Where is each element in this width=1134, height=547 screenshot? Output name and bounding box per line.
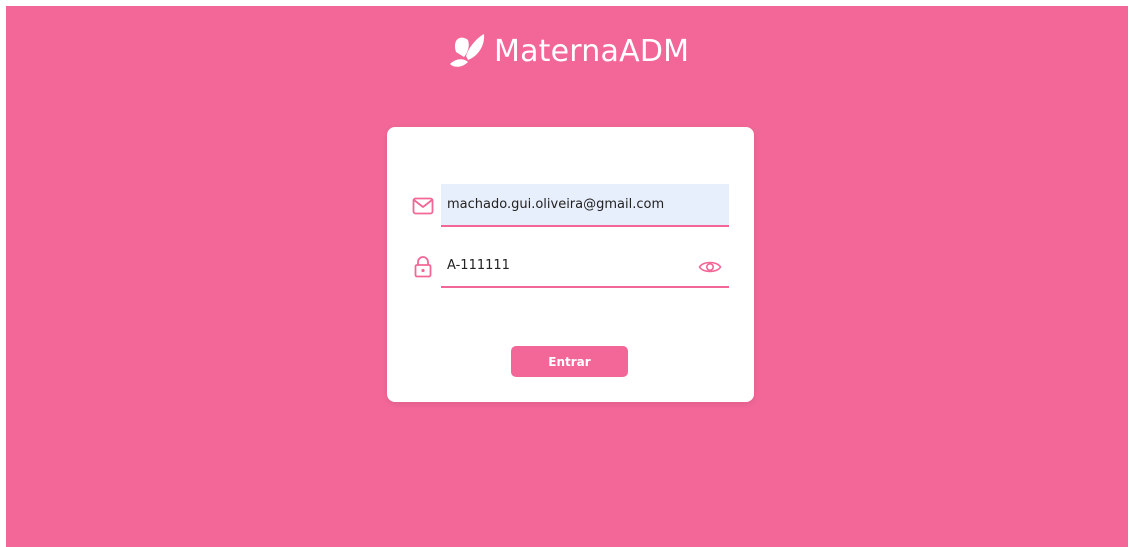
- butterfly-icon: [446, 30, 488, 72]
- login-page: MaternaADM machado.gui.oliveira@gmail.co…: [6, 6, 1128, 547]
- brand-name: MaternaADM: [494, 33, 690, 69]
- email-field[interactable]: [441, 184, 729, 227]
- login-card: Entrar: [387, 127, 754, 402]
- brand-header: MaternaADM: [446, 28, 689, 74]
- email-field-row: [411, 184, 729, 228]
- password-field[interactable]: [441, 245, 729, 288]
- submit-button[interactable]: Entrar: [511, 346, 628, 377]
- eye-icon[interactable]: [697, 255, 723, 279]
- password-field-row: [411, 245, 729, 289]
- mail-icon: [411, 194, 435, 218]
- lock-icon: [411, 255, 435, 279]
